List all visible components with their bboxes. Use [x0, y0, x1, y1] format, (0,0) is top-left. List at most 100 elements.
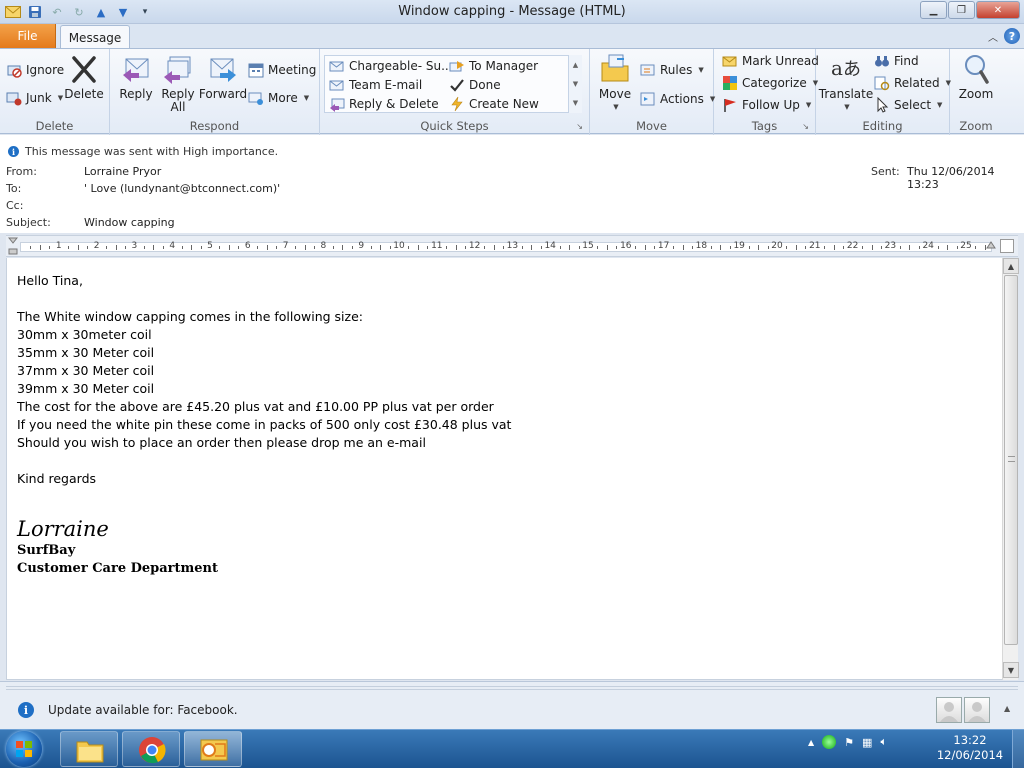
quick-step-reply-delete[interactable]: Reply & Delete	[329, 95, 439, 113]
ruler-number: 24	[922, 241, 934, 251]
from-value[interactable]: Lorraine Pryor	[84, 165, 161, 178]
zoom-label: Zoom	[958, 87, 994, 101]
ruler-number: 13	[506, 241, 519, 251]
translate-button[interactable]: aあ Translate ▼	[819, 53, 874, 114]
close-button[interactable]: ✕	[976, 1, 1020, 19]
quick-steps-group-label: Quick Steps	[420, 119, 489, 133]
more-respond-button[interactable]: More ▼	[248, 89, 309, 107]
ruler-tick	[342, 245, 344, 250]
tab-file[interactable]: File	[0, 24, 56, 48]
action-center-flag-icon[interactable]: ⚑	[844, 736, 854, 749]
ruler-tick	[200, 246, 202, 249]
ruler-tick	[682, 245, 684, 250]
start-button-windows-icon[interactable]	[6, 731, 42, 767]
quick-steps-down-icon[interactable]: ▼	[573, 80, 578, 88]
move-button[interactable]: Move ▼	[596, 53, 634, 114]
forward-label: Forward	[198, 87, 248, 101]
quick-steps-scroll[interactable]: ▲ ▼ ▼	[568, 55, 582, 113]
junk-label: Junk	[26, 91, 52, 105]
collapse-ribbon-icon[interactable]: ︿	[988, 29, 998, 44]
follow-up-button[interactable]: Follow Up ▼	[722, 96, 811, 114]
tab-message[interactable]: Message	[60, 25, 130, 49]
reply-button[interactable]: Reply	[118, 53, 154, 101]
quick-step-create-new-label: Create New	[469, 97, 539, 111]
taskbar-chrome-icon[interactable]	[122, 731, 180, 767]
taskbar-outlook-icon[interactable]	[184, 731, 242, 767]
people-pane-toggle-icon[interactable]: ▲	[1004, 704, 1010, 713]
contact-avatar-icon[interactable]	[964, 697, 990, 723]
scroll-up-icon[interactable]: ▲	[1003, 258, 1019, 274]
ruler-tick	[918, 246, 920, 249]
ruler-tick	[540, 246, 542, 249]
ruler-tick	[531, 245, 533, 250]
rules-dropdown-icon: ▼	[698, 66, 704, 74]
signature-department: Customer Care Department	[17, 561, 219, 576]
quick-step-chargeable[interactable]: Chargeable- Su...	[329, 57, 453, 75]
show-desktop-button[interactable]	[1012, 730, 1024, 768]
ruler-tick	[833, 245, 835, 250]
reply-label: Reply	[119, 87, 153, 101]
vertical-scrollbar[interactable]: ▲ ▼	[1002, 258, 1019, 680]
message-body-text: Hello Tina, The White window capping com…	[17, 272, 511, 578]
meeting-button[interactable]: Meeting	[248, 61, 316, 79]
quick-step-to-manager[interactable]: To Manager	[449, 57, 538, 75]
junk-icon	[6, 90, 22, 106]
contact-avatar-icon[interactable]	[936, 697, 962, 723]
to-value[interactable]: ' Love (lundynant@btconnect.com)'	[84, 182, 280, 195]
people-pane-splitter[interactable]	[6, 686, 1018, 690]
related-button[interactable]: Related ▼	[874, 74, 951, 92]
select-button[interactable]: Select ▼	[874, 96, 942, 114]
reply-all-button[interactable]: Reply All	[160, 53, 196, 114]
ruler-tick	[257, 246, 259, 249]
more-label: More	[268, 91, 298, 105]
junk-button[interactable]: Junk ▼	[6, 89, 63, 107]
quick-step-done[interactable]: Done	[449, 76, 501, 94]
select-label: Select	[894, 98, 932, 112]
tags-launcher-icon[interactable]: ↘	[802, 122, 809, 131]
ruler-number: 14	[544, 241, 556, 251]
ruler-right-indent-icon[interactable]	[986, 238, 996, 249]
body-line: 39mm x 30 Meter coil	[17, 381, 155, 396]
volume-icon[interactable]: 🔈︎	[880, 735, 887, 749]
people-pane-update[interactable]: i Update available for: Facebook.	[18, 702, 238, 718]
forward-button[interactable]: Forward	[198, 53, 248, 101]
maximize-button[interactable]: ❐	[948, 1, 975, 19]
system-tray: ▲ ⚑ ▦ 🔈︎	[808, 735, 887, 749]
delete-button[interactable]: Delete	[64, 53, 104, 101]
ruler-tick	[635, 246, 637, 249]
quick-steps-up-icon[interactable]: ▲	[573, 61, 578, 69]
ruler-tick	[597, 246, 599, 249]
taskbar-file-explorer-icon[interactable]	[60, 731, 118, 767]
rules-icon	[640, 62, 656, 78]
quick-step-team-email[interactable]: Team E-mail	[329, 76, 422, 94]
ruler-tick	[843, 246, 845, 249]
network-icon[interactable]: ▦	[862, 736, 872, 749]
ruler-tab-stop-icon[interactable]	[7, 237, 19, 255]
quick-steps-launcher-icon[interactable]: ↘	[576, 122, 583, 131]
mark-unread-button[interactable]: Mark Unread	[722, 52, 819, 70]
zoom-button[interactable]: Zoom	[956, 53, 996, 101]
find-button[interactable]: Find	[874, 52, 919, 70]
rules-button[interactable]: Rules ▼	[640, 61, 704, 79]
categorize-button[interactable]: Categorize ▼	[722, 74, 818, 92]
ignore-button[interactable]: Ignore	[6, 61, 64, 79]
scroll-down-icon[interactable]: ▼	[1003, 662, 1019, 678]
editing-group-label: Editing	[862, 119, 903, 133]
message-body[interactable]: Hello Tina, The White window capping com…	[6, 258, 1002, 680]
tray-status-icon[interactable]	[822, 735, 837, 749]
minimize-button[interactable]: ▁	[920, 1, 947, 19]
ruler-tick	[39, 245, 41, 250]
taskbar-clock[interactable]: 13:22 12/06/2014	[930, 733, 1010, 763]
quick-steps-expand-icon[interactable]: ▼	[573, 99, 578, 107]
help-icon[interactable]: ?	[1004, 28, 1020, 44]
actions-button[interactable]: Actions ▼	[640, 90, 715, 108]
scroll-thumb[interactable]	[1004, 275, 1018, 645]
quick-step-create-new[interactable]: Create New	[449, 95, 539, 113]
tray-expand-icon[interactable]: ▲	[808, 738, 814, 747]
ruler-number: 8	[320, 241, 327, 251]
view-ruler-toggle-icon[interactable]	[1000, 239, 1014, 253]
body-line: If you need the white pin these come in …	[17, 417, 512, 432]
sent-value: Thu 12/06/2014 13:23	[907, 165, 995, 191]
